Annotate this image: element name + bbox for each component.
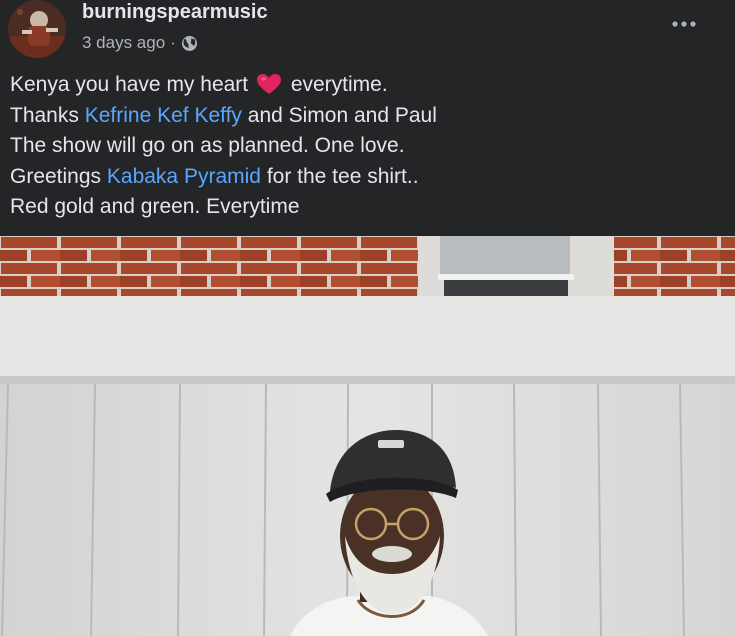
post-text: Kenya you have my heart everytime. Thank… [10,70,725,223]
post-line-4: Greetings Kabaka Pyramid for the tee shi… [10,162,725,193]
meta-separator: · [170,33,176,52]
post-line-2: Thanks Kefrine Kef Keffy and Simon and P… [10,101,725,132]
post-header: burningspearmusic 3 days ago · [0,0,735,60]
text-segment: Thanks [10,103,79,127]
heart-icon [256,73,282,95]
photo-image [0,236,735,636]
more-options-button[interactable] [664,10,704,38]
text-segment: everytime. [284,73,388,96]
avatar-image [8,0,66,58]
post-line-3: The show will go on as planned. One love… [10,134,405,157]
mention-link[interactable]: Kefrine Kef Keffy [85,104,242,127]
text-segment: Greetings [10,164,102,188]
globe-icon[interactable] [181,35,198,52]
post-line-1: Kenya you have my heart everytime. [10,70,725,101]
facebook-post: burningspearmusic 3 days ago · Kenya you… [0,0,735,636]
post-photo[interactable] [0,236,735,636]
text-segment: for the tee shirt.. [266,164,419,188]
mention-link[interactable]: Kabaka Pyramid [107,165,261,188]
author-avatar[interactable] [8,0,66,58]
post-timestamp[interactable]: 3 days ago [82,33,165,53]
post-meta: 3 days ago · [82,32,198,54]
post-line-5: Red gold and green. Everytime [10,195,300,218]
author-name[interactable]: burningspearmusic [82,1,268,24]
text-segment: and Simon and Paul [247,103,437,127]
more-options-icon [672,21,696,27]
text-segment: Kenya you have my heart [10,73,254,96]
